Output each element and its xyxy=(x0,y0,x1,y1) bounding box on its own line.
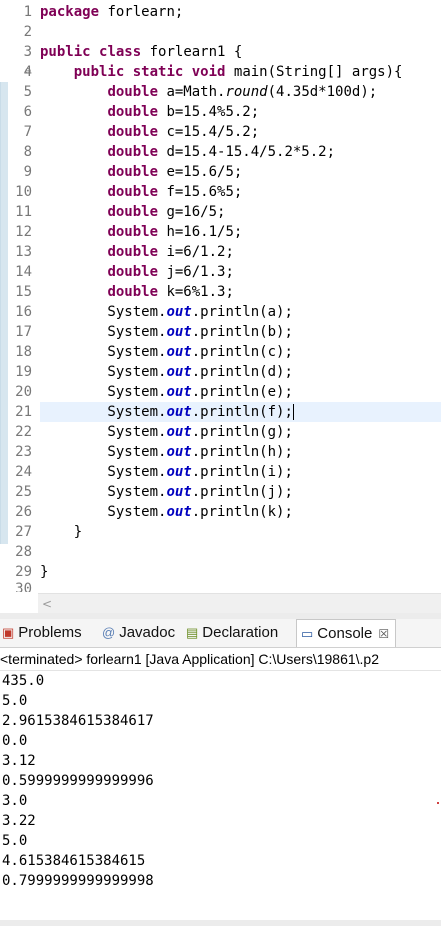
console-output-line: 4.615384615384615 xyxy=(2,853,146,869)
code-line: System.out.println(d); xyxy=(40,364,293,380)
scroll-left-icon[interactable]: < xyxy=(42,594,52,614)
code-area[interactable]: package forlearn; public class forlearn1… xyxy=(40,0,441,593)
line-number: 25 xyxy=(15,484,32,500)
line-number: 16 xyxy=(15,304,32,320)
code-line: double i=6/1.2; xyxy=(107,244,234,260)
line-number: 26 xyxy=(15,504,32,520)
code-line: } xyxy=(40,564,49,580)
tab-label: Console xyxy=(317,625,373,642)
line-number: 10 xyxy=(15,184,32,200)
red-dot-marker xyxy=(437,802,439,804)
code-line: double e=15.6/5; xyxy=(107,164,243,180)
tab-declaration[interactable]: ▤ Declaration xyxy=(186,619,278,647)
code-line: System.out.println(j); xyxy=(40,484,293,500)
bottom-panel-tabs: ▣ Problems @ Javadoc ▤ Declaration ▭ Console… xyxy=(0,619,441,648)
line-number: 19 xyxy=(15,364,32,380)
line-number: 20 xyxy=(15,384,32,400)
horizontal-scrollbar[interactable]: < xyxy=(38,593,441,614)
console-output-line: 2.9615384615384617 xyxy=(2,713,154,729)
close-tab-icon[interactable]: ☒ xyxy=(378,627,389,641)
console-icon: ▭ xyxy=(301,626,314,642)
line-number: 30 xyxy=(15,582,32,592)
line-number: 7 xyxy=(23,124,32,140)
at-sign-icon: @ xyxy=(102,625,116,641)
code-line: double j=6/1.3; xyxy=(107,264,234,280)
console-output-line: 3.22 xyxy=(2,813,36,829)
tab-console[interactable]: ▭ Console ☒ xyxy=(296,619,397,647)
console-status-line: <terminated> forlearn1 [Java Application… xyxy=(0,648,441,671)
line-number: 15 xyxy=(15,284,32,300)
line-number: 9 xyxy=(23,164,32,180)
ruler-highlight xyxy=(0,82,8,544)
code-line: double k=6%1.3; xyxy=(107,284,234,300)
line-number: 11 xyxy=(15,204,32,220)
code-line: package forlearn; xyxy=(40,4,184,20)
line-number: 12 xyxy=(15,224,32,240)
line-number: 17 xyxy=(15,324,32,340)
tab-javadoc[interactable]: @ Javadoc xyxy=(102,619,175,647)
code-line-current[interactable]: System.out.println(f); xyxy=(40,402,441,422)
code-line: System.out.println(a); xyxy=(40,304,293,320)
console-output-line: 0.5999999999999996 xyxy=(2,773,154,789)
code-line: double h=16.1/5; xyxy=(107,224,243,240)
code-line: public static void main(String[] args){ xyxy=(73,64,403,80)
code-line: } xyxy=(40,524,83,540)
line-number: 6 xyxy=(23,104,32,120)
line-number: 29 xyxy=(15,564,32,580)
code-line: double d=15.4-15.4/5.2*5.2; xyxy=(107,144,336,160)
code-line: System.out.println(c); xyxy=(40,344,293,360)
line-number: 23 xyxy=(15,444,32,460)
line-number-gutter: 1 2 3 4 ⊖ 5 6 7 8 9 10 11 12 13 14 15 16… xyxy=(8,0,32,593)
problems-icon: ▣ xyxy=(2,625,15,641)
line-number: 2 xyxy=(23,24,32,40)
console-output-line: 435.0 xyxy=(2,673,45,689)
line-number: 8 xyxy=(23,144,32,160)
console-output-line: 3.0 xyxy=(2,793,28,809)
bottom-edge xyxy=(0,920,441,926)
code-line: double g=16/5; xyxy=(107,204,226,220)
line-number: 22 xyxy=(15,424,32,440)
line-number: 5 xyxy=(23,84,32,100)
line-number: 14 xyxy=(15,264,32,280)
console-output[interactable]: 435.0 5.0 2.9615384615384617 0.0 3.12 0.… xyxy=(0,671,441,926)
text-caret xyxy=(292,404,294,420)
code-line: System.out.println(i); xyxy=(40,464,293,480)
code-line: double f=15.6%5; xyxy=(107,184,243,200)
tab-label: Declaration xyxy=(202,624,279,641)
fold-collapse-icon[interactable]: ⊖ xyxy=(25,62,31,82)
console-output-line: 0.0 xyxy=(2,733,28,749)
console-output-line: 5.0 xyxy=(2,833,28,849)
line-number: 21 xyxy=(15,404,32,420)
console-output-line: 3.12 xyxy=(2,753,36,769)
code-line: double a=Math.round(4.35d*100d); xyxy=(107,84,378,100)
code-line: double c=15.4/5.2; xyxy=(107,124,260,140)
declaration-icon: ▤ xyxy=(186,625,199,641)
code-line: public class forlearn1 { xyxy=(40,44,243,60)
code-line: System.out.println(e); xyxy=(40,384,293,400)
tab-problems[interactable]: ▣ Problems xyxy=(2,619,82,647)
code-line: System.out.println(k); xyxy=(40,504,293,520)
tab-label: Problems xyxy=(18,624,82,641)
code-line: double b=15.4%5.2; xyxy=(107,104,260,120)
console-output-line: 5.0 xyxy=(2,693,28,709)
line-number: 24 xyxy=(15,464,32,480)
line-number: 28 xyxy=(15,544,32,560)
code-line: System.out.println(b); xyxy=(40,324,293,340)
line-number: 27 xyxy=(15,524,32,540)
line-number: 1 xyxy=(23,4,32,20)
code-editor[interactable]: 1 2 3 4 ⊖ 5 6 7 8 9 10 11 12 13 14 15 16… xyxy=(0,0,441,593)
line-number: 18 xyxy=(15,344,32,360)
console-output-line: 0.7999999999999998 xyxy=(2,873,154,889)
code-line: System.out.println(g); xyxy=(40,424,293,440)
line-number: 13 xyxy=(15,244,32,260)
line-number: 3 xyxy=(23,44,32,60)
code-line: System.out.println(h); xyxy=(40,444,293,460)
overview-ruler xyxy=(0,0,8,593)
tab-label: Javadoc xyxy=(119,624,176,641)
